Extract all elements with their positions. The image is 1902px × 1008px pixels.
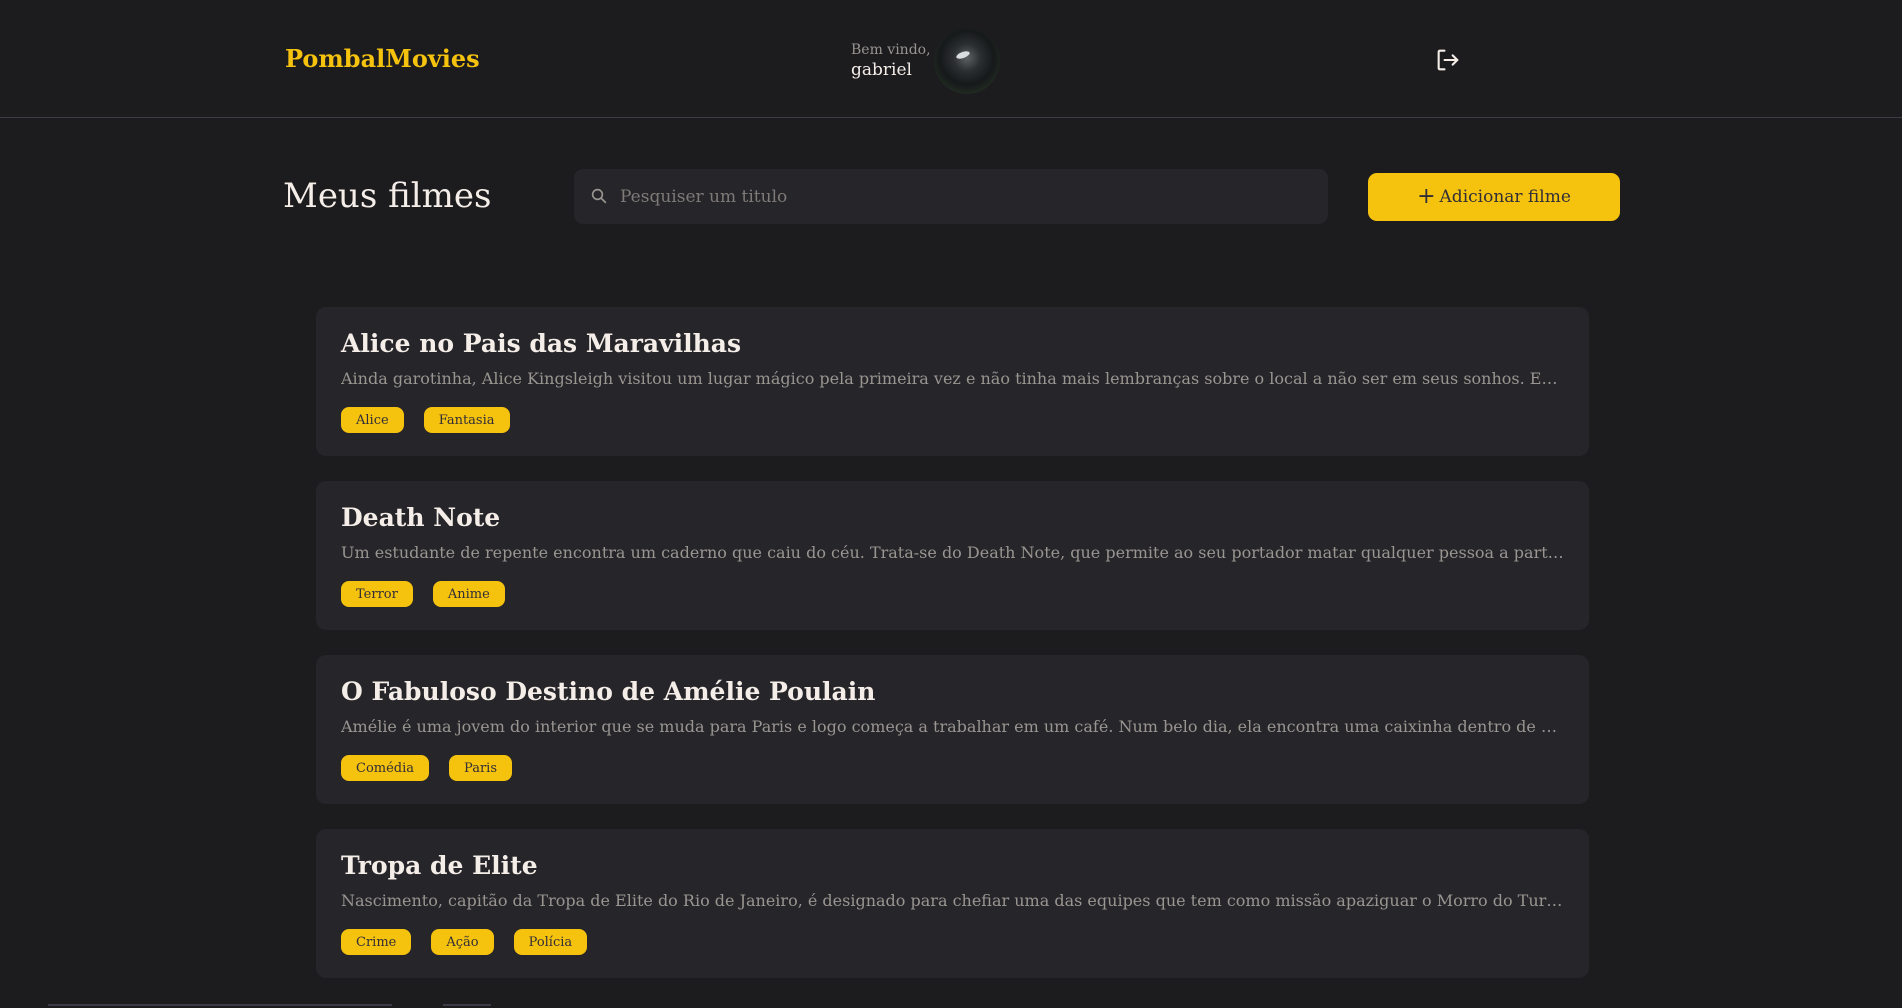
- movie-tag: Paris: [449, 755, 512, 781]
- logout-button[interactable]: [1434, 46, 1462, 74]
- movie-tag: Ação: [431, 929, 494, 955]
- movie-card[interactable]: Tropa de Elite Nascimento, capitão da Tr…: [316, 829, 1589, 978]
- profile-text: Bem vindo, gabriel: [851, 42, 931, 80]
- movie-tag: Comédia: [341, 755, 430, 781]
- movie-tag: Crime: [341, 929, 412, 955]
- movie-description: Um estudante de repente encontra um cade…: [341, 543, 1564, 562]
- movie-title: Alice no Pais das Maravilhas: [341, 329, 742, 358]
- search-input[interactable]: [620, 169, 1310, 224]
- movie-list: Alice no Pais das Maravilhas Ainda garot…: [316, 307, 1589, 1003]
- avatar[interactable]: [934, 28, 1000, 94]
- movie-tags: Alice Fantasia: [341, 407, 1564, 433]
- page-title: Meus filmes: [283, 176, 492, 216]
- username[interactable]: gabriel: [851, 60, 931, 80]
- logout-icon: [1437, 49, 1459, 71]
- movie-title: O Fabuloso Destino de Amélie Poulain: [341, 677, 876, 706]
- movie-card[interactable]: Alice no Pais das Maravilhas Ainda garot…: [316, 307, 1589, 456]
- search-icon: [591, 188, 607, 204]
- scrollbar-thumb[interactable]: [443, 1004, 491, 1006]
- brand-logo[interactable]: PombalMovies: [285, 44, 480, 73]
- movie-tags: Comédia Paris: [341, 755, 1564, 781]
- plus-icon: +: [1417, 184, 1436, 209]
- movie-tag: Terror: [341, 581, 413, 607]
- movie-tag: Alice: [341, 407, 404, 433]
- movie-description: Nascimento, capitão da Tropa de Elite do…: [341, 891, 1564, 910]
- horizontal-scrollbar[interactable]: [48, 1004, 392, 1006]
- movie-title: Death Note: [341, 503, 501, 532]
- app-header: PombalMovies Bem vindo, gabriel: [0, 0, 1902, 118]
- movie-title: Tropa de Elite: [341, 851, 538, 880]
- movie-card[interactable]: O Fabuloso Destino de Amélie Poulain Amé…: [316, 655, 1589, 804]
- add-movie-button[interactable]: + Adicionar filme: [1368, 173, 1620, 221]
- movie-description: Ainda garotinha, Alice Kingsleigh visito…: [341, 369, 1564, 388]
- search-bar[interactable]: [574, 169, 1328, 224]
- movie-card[interactable]: Death Note Um estudante de repente encon…: [316, 481, 1589, 630]
- movie-tags: Terror Anime: [341, 581, 1564, 607]
- movie-tags: Crime Ação Polícia: [341, 929, 1564, 955]
- add-movie-label: Adicionar filme: [1439, 187, 1571, 207]
- movie-tag: Fantasia: [423, 407, 510, 433]
- movie-tag: Polícia: [513, 929, 588, 955]
- welcome-text: Bem vindo,: [851, 42, 931, 58]
- movie-tag: Anime: [432, 581, 505, 607]
- movie-description: Amélie é uma jovem do interior que se mu…: [341, 717, 1564, 736]
